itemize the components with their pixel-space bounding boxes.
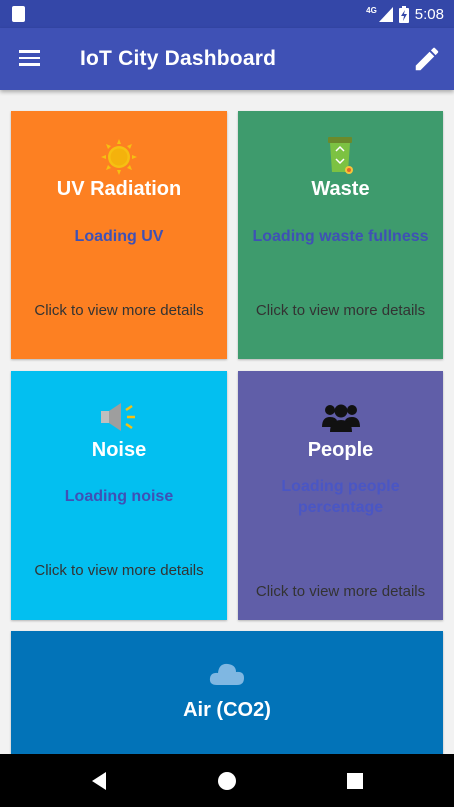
- sun-icon: [101, 139, 137, 175]
- noise-title: Noise: [91, 439, 147, 461]
- uv-details-link[interactable]: Click to view more details: [11, 302, 227, 319]
- uv-status: Loading UV: [74, 228, 164, 245]
- people-status: Loading people percentage: [281, 478, 400, 516]
- cloud-icon: [209, 663, 244, 685]
- waste-tile[interactable]: Waste Loading waste fullness Click to vi…: [238, 111, 443, 359]
- app-bar: IoT City Dashboard: [0, 28, 454, 90]
- network-type-label: 4G: [366, 5, 377, 15]
- status-bar: 4G 5:08: [0, 0, 454, 28]
- back-triangle-icon[interactable]: [90, 770, 112, 792]
- hamburger-menu-icon[interactable]: [18, 47, 42, 71]
- noise-details-link[interactable]: Click to view more details: [11, 562, 227, 579]
- navigation-bar: [0, 754, 454, 807]
- battery-charging-icon: [398, 5, 409, 23]
- waste-status: Loading waste fullness: [252, 228, 429, 245]
- air-title: Air (CO2): [183, 699, 271, 721]
- clock-time: 5:08: [414, 5, 444, 23]
- waste-details-link[interactable]: Click to view more details: [238, 302, 443, 319]
- home-circle-icon[interactable]: [216, 770, 238, 792]
- uv-radiation-tile[interactable]: UV Radiation Loading UV Click to view mo…: [11, 111, 227, 359]
- people-title: People: [307, 439, 374, 461]
- people-details-link[interactable]: Click to view more details: [238, 583, 443, 600]
- sd-card-icon: [12, 6, 25, 22]
- app-title: IoT City Dashboard: [80, 47, 277, 70]
- pencil-icon[interactable]: [412, 44, 442, 74]
- air-co2-tile[interactable]: Air (CO2): [11, 631, 443, 761]
- noise-tile[interactable]: Noise Loading noise Click to view more d…: [11, 371, 227, 620]
- speaker-icon: [101, 403, 135, 431]
- recents-square-icon[interactable]: [344, 770, 366, 792]
- people-icon: [321, 404, 360, 432]
- network-signal-icon: [378, 6, 393, 22]
- people-tile[interactable]: People Loading people percentage Click t…: [238, 371, 443, 620]
- recycle-bin-icon: [327, 137, 353, 174]
- uv-title: UV Radiation: [56, 178, 182, 200]
- noise-status: Loading noise: [64, 488, 174, 505]
- waste-title: Waste: [311, 178, 370, 200]
